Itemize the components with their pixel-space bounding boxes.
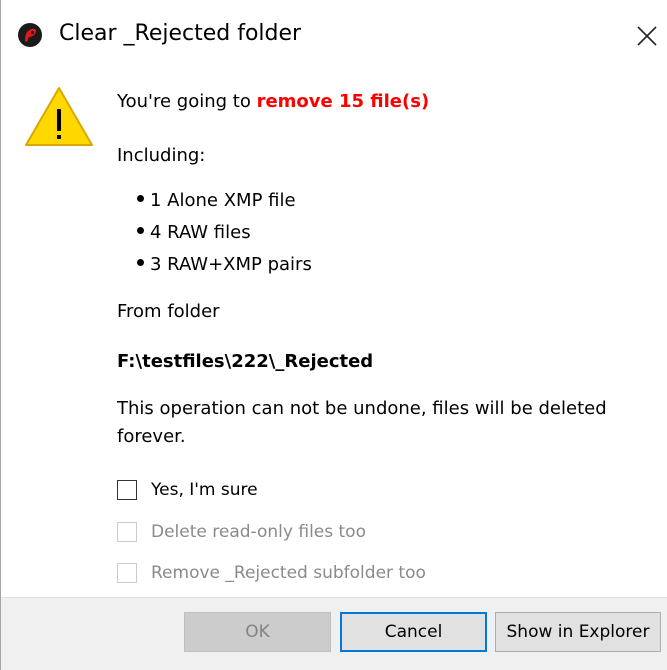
confirm-checkbox[interactable]: [117, 480, 137, 500]
readonly-checkbox: [117, 522, 137, 542]
subfolder-checkbox: [117, 563, 137, 583]
headline-highlight: remove 15 file(s): [256, 91, 430, 112]
show-in-explorer-button[interactable]: Show in Explorer: [495, 612, 661, 652]
from-folder-label: From folder: [117, 301, 220, 322]
close-icon[interactable]: [629, 18, 665, 54]
ok-button: OK: [184, 612, 331, 652]
confirm-checkbox-label[interactable]: Yes, I'm sure: [151, 477, 258, 503]
cancel-button[interactable]: Cancel: [340, 612, 487, 652]
headline-prefix: You're going to: [117, 91, 257, 112]
file-summary-list: 1 Alone XMP file 4 RAW files 3 RAW+XMP p…: [137, 185, 312, 281]
subfolder-checkbox-label: Remove _Rejected subfolder too: [151, 563, 426, 583]
list-item: 4 RAW files: [137, 217, 312, 249]
dialog-content: You're going to remove 15 file(s) Includ…: [1, 67, 667, 597]
irreversible-warning: This operation can not be undone, files …: [117, 398, 607, 447]
including-label: Including:: [117, 145, 206, 166]
headline-message: You're going to remove 15 file(s): [117, 89, 429, 115]
list-item-text: 4 RAW files: [150, 222, 251, 243]
folder-path: F:\testfiles\222\_Rejected: [117, 351, 374, 372]
list-item: 1 Alone XMP file: [137, 185, 312, 217]
warning-icon: [25, 87, 93, 146]
readonly-checkbox-label: Delete read-only files too: [151, 522, 366, 542]
dialog-window: Clear _Rejected folder You're going to r…: [0, 0, 667, 670]
bullet-icon: [137, 226, 144, 234]
bullet-icon: [137, 194, 144, 202]
app-logo-icon: [18, 23, 42, 47]
list-item-text: 3 RAW+XMP pairs: [150, 254, 312, 275]
list-item-text: 1 Alone XMP file: [150, 190, 296, 211]
list-item: 3 RAW+XMP pairs: [137, 249, 312, 281]
title-bar[interactable]: Clear _Rejected folder: [1, 0, 667, 67]
dialog-title: Clear _Rejected folder: [59, 21, 302, 46]
button-bar: OK Cancel Show in Explorer: [1, 597, 667, 670]
bullet-icon: [137, 258, 144, 266]
